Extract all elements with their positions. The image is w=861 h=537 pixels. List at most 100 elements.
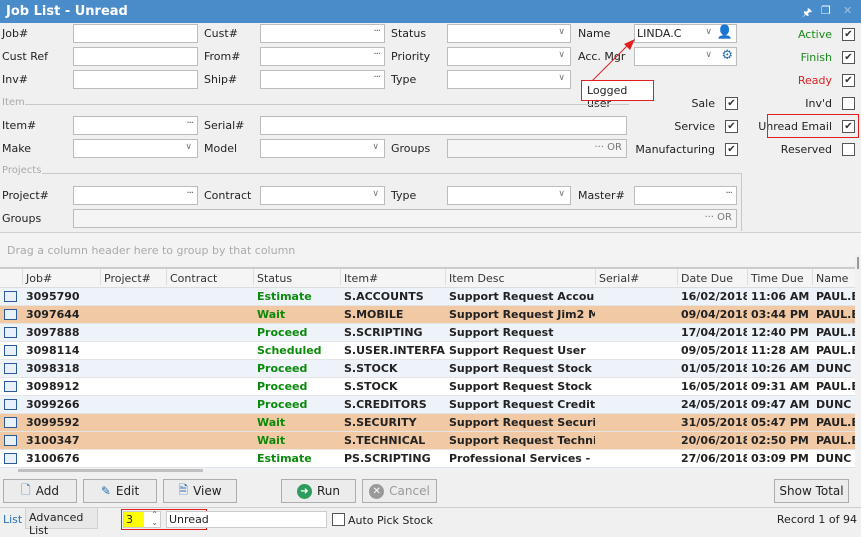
column-header[interactable]: Item# (340, 269, 445, 285)
group-by-panel[interactable]: Drag a column header here to group by th… (0, 232, 861, 266)
browse-icon[interactable]: ··· (373, 26, 380, 37)
table-row[interactable]: 3098912 Proceed S.STOCK Support Request Sto… (0, 378, 855, 396)
chevron-down-icon: ∨ (372, 142, 379, 152)
groups-label: Groups (391, 142, 431, 155)
table-row[interactable]: 3097644 Wait S.MOBILE Support Request Jim2 … (0, 306, 855, 324)
cell-name: DUNC (816, 362, 852, 375)
type-select[interactable]: ∨ (447, 70, 571, 89)
browse-icon[interactable]: ··· (186, 118, 193, 129)
cell-name: PAUL.B (816, 416, 855, 429)
job-input[interactable] (73, 24, 198, 43)
close-icon[interactable]: ✕ (843, 4, 852, 17)
cancel-button[interactable]: ✕ Cancel (362, 479, 437, 503)
cell-desc: Support Request Stock (449, 380, 592, 393)
table-row[interactable]: 3097888 Proceed S.SCRIPTING Support Request… (0, 324, 855, 342)
run-icon: ➜ (296, 483, 312, 499)
tab-list[interactable]: List (3, 513, 22, 526)
ptype-select[interactable]: ∨ (447, 186, 571, 205)
groups-or[interactable]: ··· OR (594, 142, 622, 153)
table-row[interactable]: 3100347 Wait S.TECHNICAL Support Request Te… (0, 432, 855, 450)
logged-user-callout: Logged user (581, 80, 654, 110)
browse-icon[interactable]: ··· (725, 188, 732, 199)
pgroups-input[interactable]: ··· OR (73, 209, 737, 228)
make-select[interactable]: ∨ (73, 139, 198, 158)
cell-job: 3099266 (26, 398, 80, 411)
from-label: From# (204, 50, 241, 63)
checkbox-ready[interactable]: ✔ (842, 74, 855, 87)
checkbox-sale[interactable]: ✔ (725, 97, 738, 110)
column-header[interactable]: Serial# (595, 269, 677, 285)
job-record-icon (4, 453, 17, 464)
checkbox-reserved[interactable] (842, 143, 855, 156)
project-input[interactable]: ··· (73, 186, 198, 205)
checkbox-finish[interactable]: ✔ (842, 51, 855, 64)
checkbox-inv-d[interactable] (842, 97, 855, 110)
column-header[interactable]: Job# (22, 269, 100, 285)
contract-select[interactable]: ∨ (260, 186, 385, 205)
column-header[interactable]: Contract (166, 269, 253, 285)
column-header[interactable]: Time Due (747, 269, 812, 285)
column-header[interactable]: Date Due (677, 269, 747, 285)
pin-icon[interactable]: 🖈 (802, 4, 812, 23)
master-input[interactable]: ··· (634, 186, 737, 205)
column-header[interactable]: Project# (100, 269, 166, 285)
column-header[interactable]: Status (253, 269, 340, 285)
column-header[interactable]: Name (812, 269, 855, 285)
model-select[interactable]: ∨ (260, 139, 385, 158)
table-row[interactable]: 3098318 Proceed S.STOCK Support Request Sto… (0, 360, 855, 378)
cell-date: 09/04/2018 (681, 308, 747, 321)
checkbox-service[interactable]: ✔ (725, 120, 738, 133)
cell-item: S.ACCOUNTS (344, 290, 424, 303)
browse-icon[interactable]: ··· (373, 72, 380, 83)
item-input[interactable]: ··· (73, 116, 198, 135)
gear-icon[interactable]: ⚙ (721, 48, 733, 63)
checkbox-manufacturing[interactable]: ✔ (725, 143, 738, 156)
browse-icon[interactable]: ··· (704, 212, 717, 223)
table-row[interactable]: 3099592 Wait S.SECURITY Support Request Sec… (0, 414, 855, 432)
priority-select[interactable]: ∨ (447, 47, 571, 66)
table-row[interactable]: 3095790 Estimate S.ACCOUNTS Support Request… (0, 288, 855, 306)
show-total-button[interactable]: Show Total (774, 479, 849, 503)
custref-input[interactable] (73, 47, 198, 66)
cell-item: S.STOCK (344, 362, 398, 375)
restore-icon[interactable]: ❐ (821, 4, 831, 17)
serial-input[interactable] (260, 116, 627, 135)
inv-label: Inv# (2, 73, 28, 86)
edit-button[interactable]: ✎ Edit (83, 479, 157, 503)
cell-desc: Support Request Security (449, 416, 595, 429)
status-select[interactable]: ∨ (447, 24, 571, 43)
horizontal-scrollbar[interactable] (18, 469, 203, 472)
run-button[interactable]: ➜ Run (281, 479, 356, 503)
browse-icon[interactable]: ··· (594, 142, 607, 153)
job-record-icon (4, 363, 17, 374)
cell-item: S.CREDITORS (344, 398, 427, 411)
view-button[interactable]: 🗎 View (163, 479, 237, 503)
table-row[interactable]: 3099266 Proceed S.CREDITORS Support Request… (0, 396, 855, 414)
spinner-arrows-icon[interactable]: ⌃ ⌄ (151, 511, 158, 527)
edit-label: Edit (115, 484, 140, 498)
cell-item: S.USER.INTERFACE (344, 344, 445, 357)
cust-input[interactable]: ··· (260, 24, 385, 43)
tab-advanced-list[interactable]: Advanced List (25, 507, 98, 537)
chevron-down-icon: ∨ (185, 142, 192, 152)
user-icon[interactable]: 👤 (717, 25, 733, 40)
browse-icon[interactable]: ··· (186, 188, 193, 199)
groups-input[interactable]: ··· OR (447, 139, 627, 158)
cell-item: S.SCRIPTING (344, 326, 423, 339)
auto-pick-stock-checkbox[interactable] (332, 513, 345, 526)
groups-or[interactable]: ··· OR (704, 212, 732, 223)
from-input[interactable]: ··· (260, 47, 385, 66)
list-name-input[interactable]: Unread (166, 511, 327, 528)
add-button[interactable]: 🗋 Add (3, 479, 77, 503)
chevron-down-icon: ∨ (558, 27, 565, 37)
vertical-scrollbar[interactable] (855, 255, 861, 470)
table-row[interactable]: 3098114 Scheduled S.USER.INTERFACE Support … (0, 342, 855, 360)
inv-input[interactable] (73, 70, 198, 89)
checkbox-active[interactable]: ✔ (842, 28, 855, 41)
ship-input[interactable]: ··· (260, 70, 385, 89)
list-number-spinner[interactable]: 3 ⌃ ⌄ (123, 511, 161, 528)
table-row[interactable]: 3100676 Estimate PS.SCRIPTING Professional … (0, 450, 855, 468)
column-header[interactable]: Item Desc (445, 269, 595, 285)
browse-icon[interactable]: ··· (373, 49, 380, 60)
cell-job: 3097644 (26, 308, 80, 321)
